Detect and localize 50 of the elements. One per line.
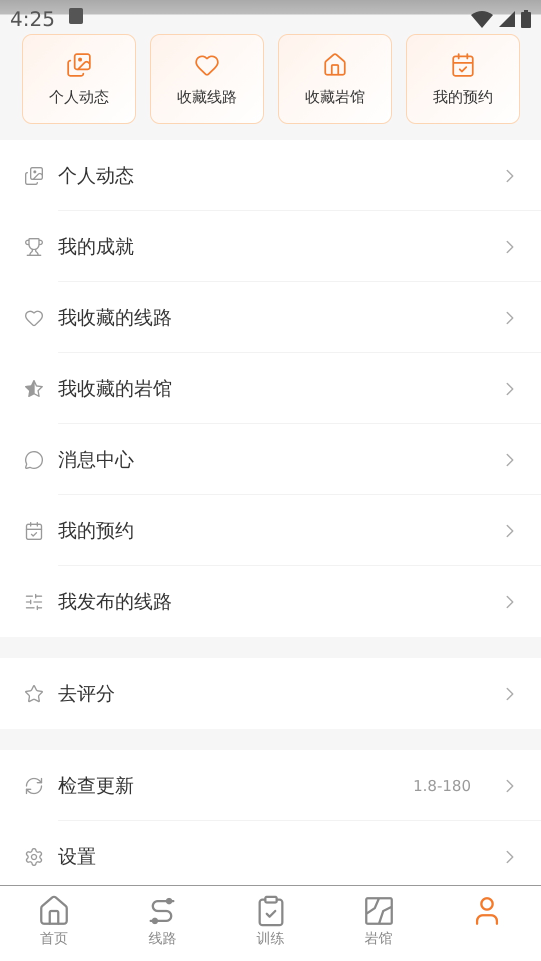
- menu-label: 我的成就: [58, 234, 134, 260]
- tab[interactable]: 首页: [0, 886, 108, 961]
- signal-icon: [499, 11, 515, 27]
- calendar-icon: [450, 52, 476, 78]
- battery-icon: [521, 10, 531, 28]
- version-text: 1.8-180: [413, 776, 471, 794]
- shortcut-label: 收藏岩馆: [305, 88, 365, 106]
- menu-label: 个人动态: [58, 164, 134, 188]
- tab[interactable]: 训练: [216, 886, 325, 961]
- chat-bubble-icon: [24, 450, 44, 470]
- menu-item[interactable]: 设置: [0, 821, 541, 885]
- sliders-icon: [24, 592, 44, 612]
- settings-icon: [24, 846, 44, 866]
- shortcut-card[interactable]: 收藏线路: [150, 34, 264, 124]
- shortcut-label: 收藏线路: [177, 88, 237, 106]
- menu-label: 我收藏的线路: [58, 306, 172, 330]
- menu-label: 设置: [58, 844, 96, 870]
- trophy-icon: [24, 236, 44, 256]
- menu-label: 消息中心: [58, 448, 134, 472]
- menu-item[interactable]: 个人动态: [0, 140, 541, 211]
- pictures-icon: [66, 52, 92, 78]
- refresh-icon: [24, 776, 44, 796]
- menu-item[interactable]: 我收藏的线路: [0, 282, 541, 353]
- menu-item[interactable]: 去评分: [0, 658, 541, 729]
- tab[interactable]: 岩馆: [324, 886, 433, 961]
- house-icon: [322, 52, 348, 78]
- menu-label: 去评分: [58, 682, 115, 706]
- menu-label: 检查更新: [58, 774, 134, 798]
- clock: 4:25: [10, 6, 55, 31]
- menu-label: 我发布的线路: [58, 590, 172, 614]
- menu-item[interactable]: 检查更新 1.8-180: [0, 750, 541, 821]
- menu-item[interactable]: 消息中心: [0, 424, 541, 495]
- menu-label: 我收藏的岩馆: [58, 376, 172, 402]
- heart-icon: [24, 308, 44, 328]
- tab[interactable]: 线路: [108, 886, 216, 961]
- menu-item[interactable]: 我收藏的岩馆: [0, 353, 541, 424]
- shortcut-card[interactable]: 我的预约: [406, 34, 520, 124]
- star-icon: [24, 684, 44, 704]
- menu-item[interactable]: 我的成就: [0, 211, 541, 282]
- shortcut-label: 个人动态: [49, 88, 109, 106]
- shortcut-label: 我的预约: [433, 88, 493, 106]
- menu-label: 我的预约: [58, 518, 134, 544]
- shortcut-card[interactable]: 收藏岩馆: [278, 34, 392, 124]
- calendar-icon: [24, 520, 44, 540]
- pictures-icon: [24, 166, 44, 186]
- menu-item[interactable]: 我的预约: [0, 495, 541, 566]
- half-star-icon: [24, 378, 44, 398]
- shortcut-card[interactable]: 个人动态: [22, 34, 136, 124]
- wifi-icon: [471, 10, 493, 28]
- menu-item[interactable]: 我发布的线路: [0, 566, 541, 637]
